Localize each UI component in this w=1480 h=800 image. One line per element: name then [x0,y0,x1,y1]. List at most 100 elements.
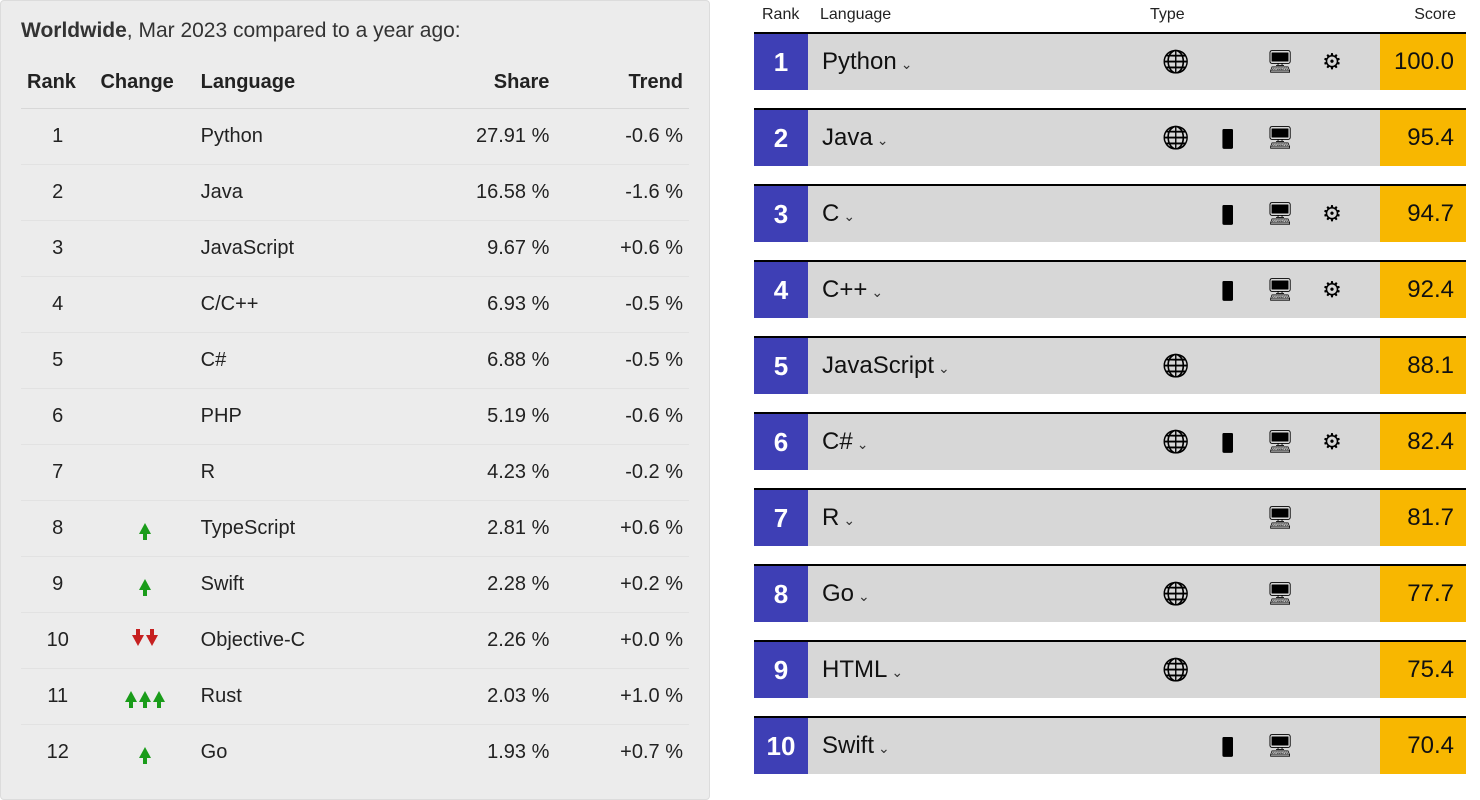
web-icon [1150,125,1202,151]
pypl-share: 5.19 % [422,389,556,445]
mobile-icon [1202,125,1254,151]
desktop-icon [1266,49,1294,74]
mobile-icon [1202,277,1254,303]
ieee-types [1150,642,1380,698]
desktop-icon [1254,277,1306,303]
web-icon [1150,429,1202,455]
pypl-rank: 8 [21,501,94,557]
pypl-trend: -1.6 % [555,165,689,221]
ieee-types [1150,718,1380,774]
ieee-header-row: Rank Language Type Score [754,0,1466,32]
pypl-share: 27.91 % [422,109,556,165]
ieee-rank: 2 [754,110,808,166]
ieee-row: 3C⌄94.7 [754,184,1466,242]
pypl-trend: +1.0 % [555,669,689,725]
desktop-icon [1254,49,1306,75]
pypl-row: 6PHP5.19 %-0.6 % [21,389,689,445]
embedded-icon [1322,277,1342,302]
web-icon [1162,581,1189,606]
pypl-language: Swift [195,557,422,613]
pypl-header-change: Change [94,57,194,109]
pypl-language: PHP [195,389,422,445]
pypl-change [94,165,194,221]
ieee-rank: 8 [754,566,808,622]
ieee-language[interactable]: Python⌄ [808,34,1150,90]
chevron-down-icon: ⌄ [878,740,890,757]
ieee-language[interactable]: Java⌄ [808,110,1150,166]
pypl-rank: 4 [21,277,94,333]
pypl-title-rest: , Mar 2023 compared to a year ago: [127,19,461,42]
ieee-language[interactable]: C++⌄ [808,262,1150,318]
pypl-change [94,445,194,501]
ieee-header-language: Language [808,6,1150,24]
ieee-language-label: Swift [822,732,874,760]
ieee-language[interactable]: R⌄ [808,490,1150,546]
ieee-language[interactable]: Go⌄ [808,566,1150,622]
arrow-down-icon [146,635,158,646]
ieee-language[interactable]: C#⌄ [808,414,1150,470]
pypl-language: Objective-C [195,613,422,669]
ieee-language-label: R [822,504,839,532]
pypl-change [94,277,194,333]
embedded-icon [1322,201,1342,226]
web-icon [1162,49,1189,74]
ieee-row: 4C++⌄92.4 [754,260,1466,318]
ieee-language[interactable]: C⌄ [808,186,1150,242]
pypl-language: JavaScript [195,221,422,277]
arrow-down-icon [132,635,144,646]
web-icon [1162,429,1189,454]
pypl-share: 4.23 % [422,445,556,501]
pypl-change [94,557,194,613]
pypl-rank: 9 [21,557,94,613]
ieee-header-rank: Rank [754,6,808,24]
pypl-row: 12Go1.93 %+0.7 % [21,725,689,781]
embedded-icon [1306,429,1358,455]
arrow-up-icon [139,579,151,590]
desktop-icon [1266,277,1294,302]
ieee-score: 100.0 [1380,34,1466,90]
pypl-share: 6.88 % [422,333,556,389]
pypl-trend: +0.0 % [555,613,689,669]
ieee-rank: 5 [754,338,808,394]
mobile-icon [1217,733,1239,758]
embedded-icon [1322,49,1342,74]
chevron-down-icon: ⌄ [857,436,869,453]
pypl-change [94,109,194,165]
chevron-down-icon: ⌄ [901,56,913,73]
pypl-table: Rank Change Language Share Trend 1Python… [21,57,689,780]
pypl-language: Java [195,165,422,221]
arrow-up-icon [153,691,165,702]
ieee-row: 9HTML⌄75.4 [754,640,1466,698]
pypl-share: 1.93 % [422,725,556,781]
ieee-score: 75.4 [1380,642,1466,698]
ieee-language[interactable]: JavaScript⌄ [808,338,1150,394]
ieee-score: 95.4 [1380,110,1466,166]
pypl-language: R [195,445,422,501]
desktop-icon [1254,733,1306,759]
ieee-language[interactable]: HTML⌄ [808,642,1150,698]
pypl-language: Python [195,109,422,165]
ieee-rank: 7 [754,490,808,546]
ieee-language[interactable]: Swift⌄ [808,718,1150,774]
ieee-rank: 4 [754,262,808,318]
ieee-rank: 10 [754,718,808,774]
desktop-icon [1254,201,1306,227]
pypl-trend: +0.6 % [555,501,689,557]
web-icon [1162,125,1189,150]
pypl-row: 8TypeScript2.81 %+0.6 % [21,501,689,557]
embedded-icon [1306,277,1358,303]
pypl-trend: +0.6 % [555,221,689,277]
mobile-icon [1202,201,1254,227]
ieee-types [1150,490,1380,546]
ieee-score: 88.1 [1380,338,1466,394]
ieee-types [1150,566,1380,622]
ieee-row: 1Python⌄100.0 [754,32,1466,90]
pypl-trend: -0.6 % [555,109,689,165]
pypl-language: TypeScript [195,501,422,557]
chevron-down-icon: ⌄ [938,360,950,377]
pypl-share: 2.03 % [422,669,556,725]
pypl-header-rank: Rank [21,57,94,109]
pypl-header-trend: Trend [555,57,689,109]
pypl-share: 16.58 % [422,165,556,221]
pypl-trend: -0.5 % [555,333,689,389]
